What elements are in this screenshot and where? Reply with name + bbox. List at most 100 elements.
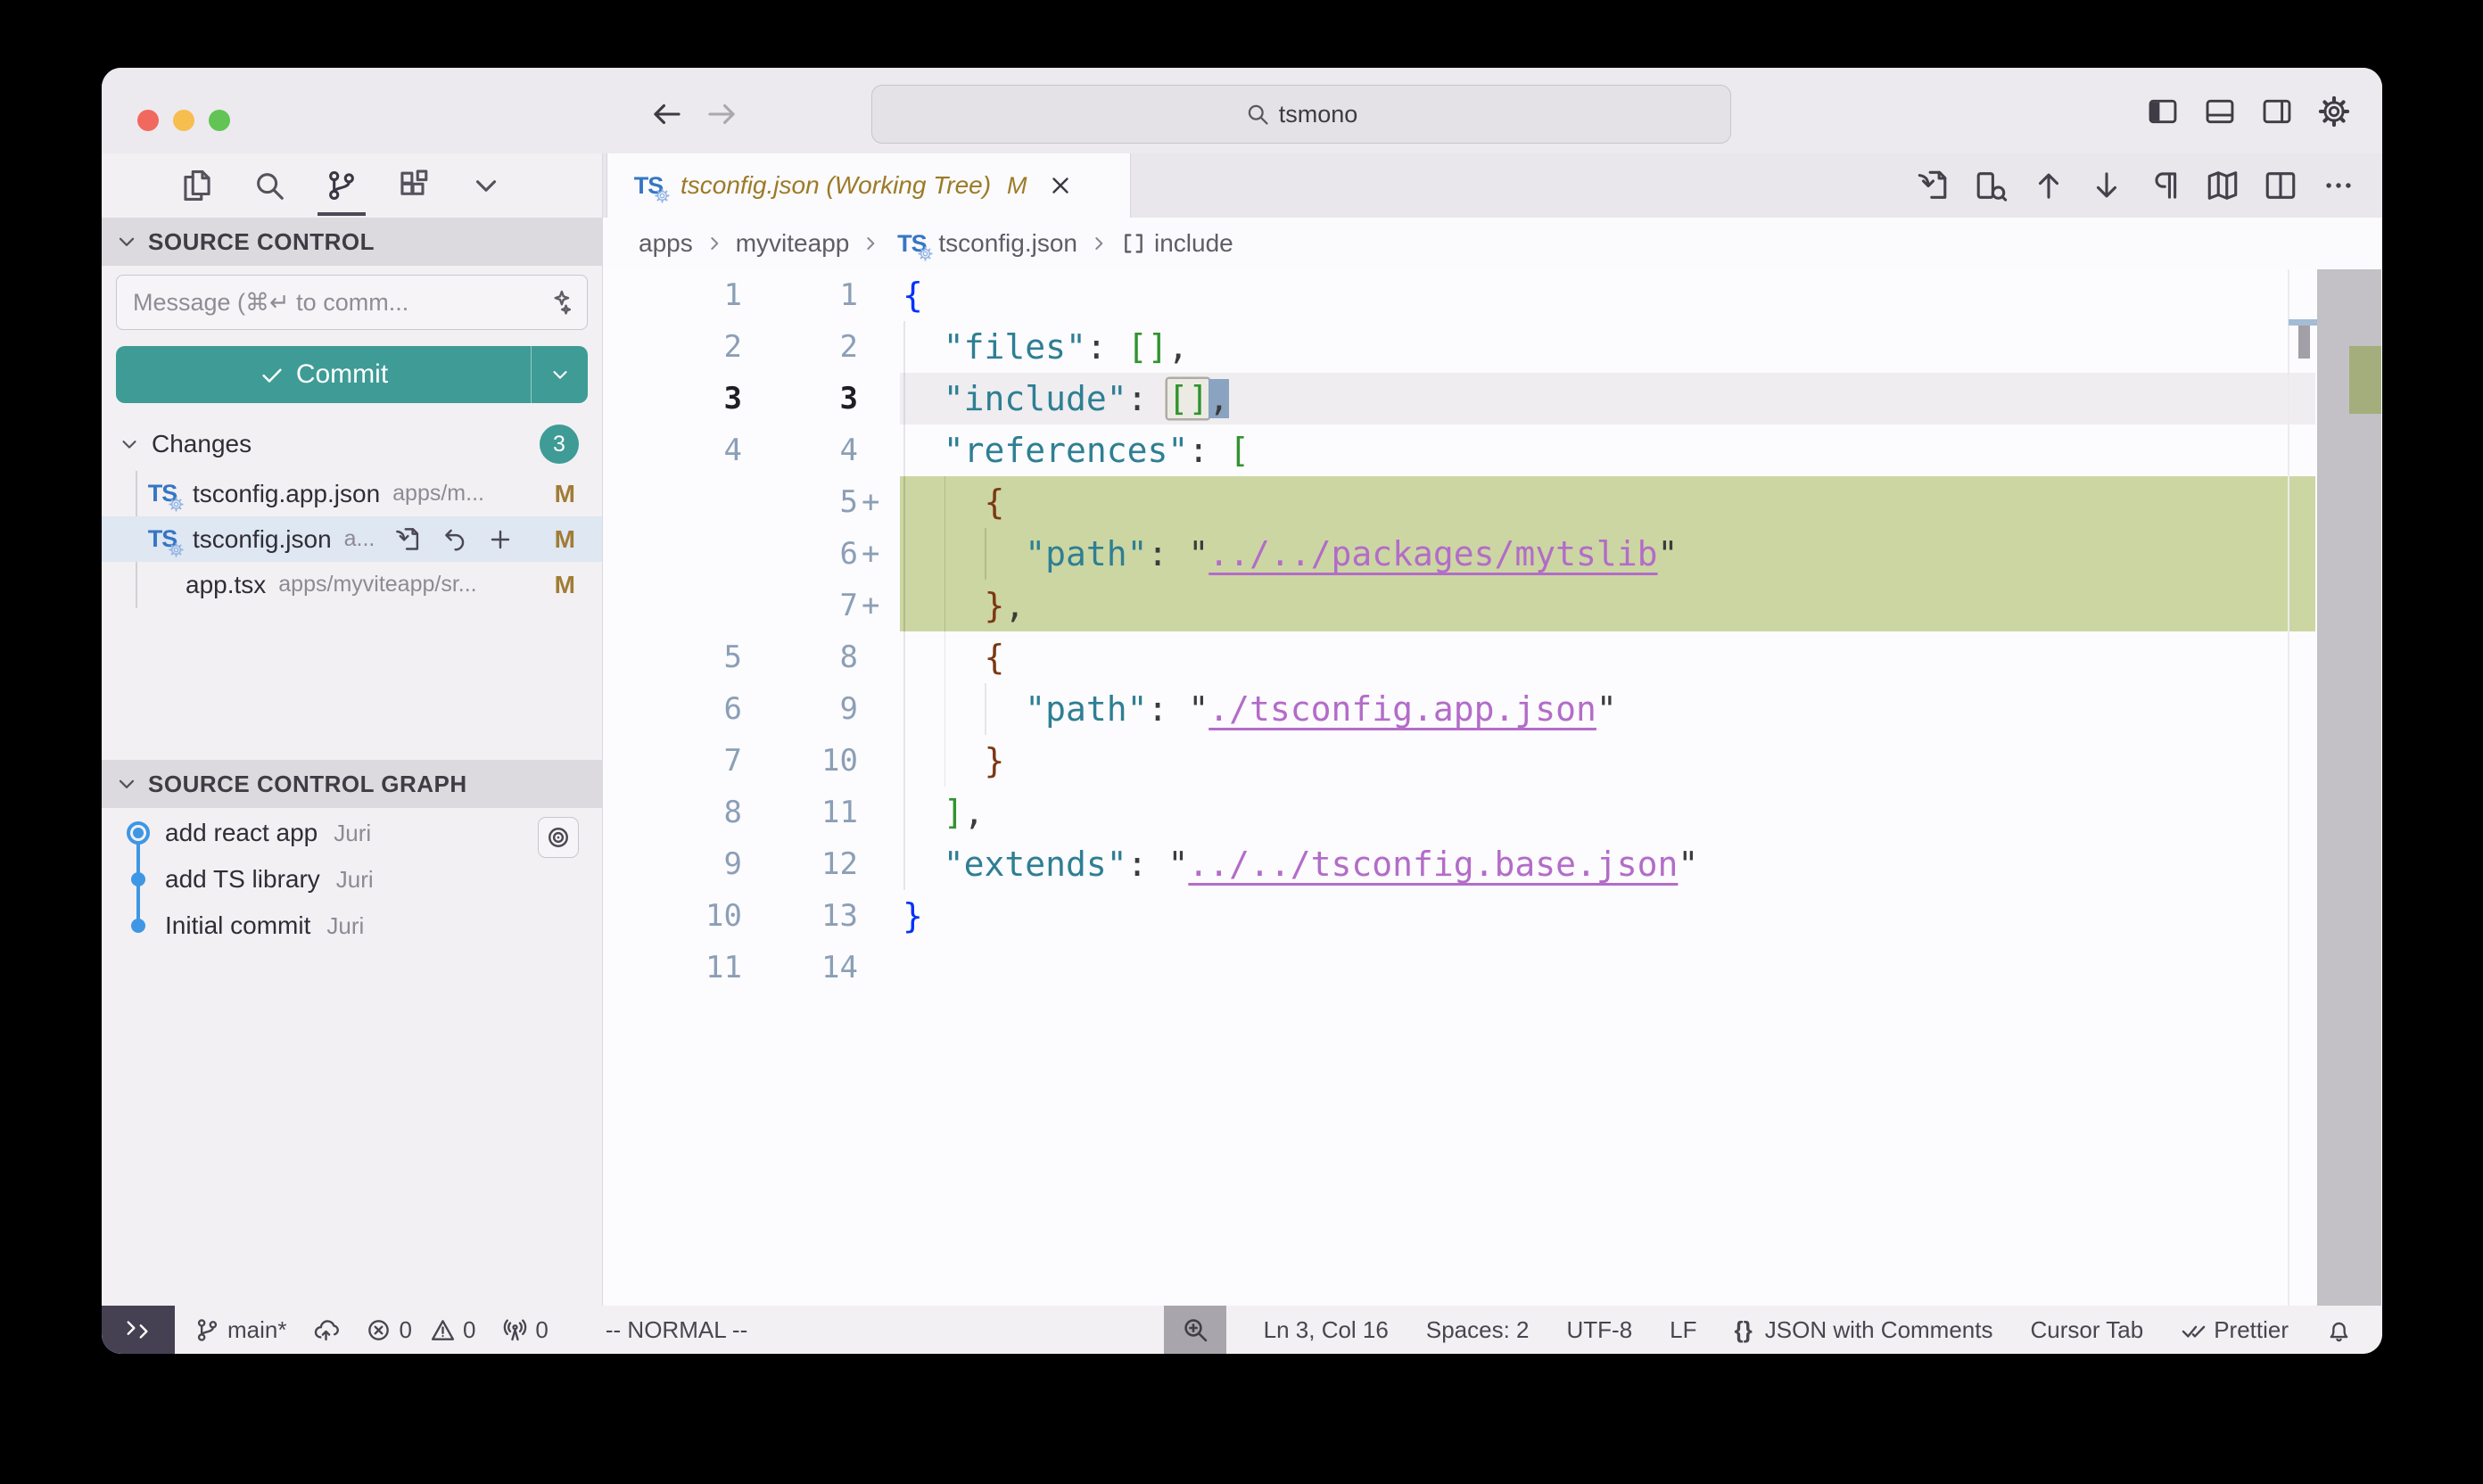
cursor-position-item[interactable]: Ln 3, Col 16 [1264, 1316, 1389, 1344]
code-line[interactable]: 811 ], [603, 787, 2382, 838]
minimap [2298, 326, 2310, 359]
diff-added-overview-marker [2349, 346, 2381, 414]
typescript-file-icon: TS [143, 524, 182, 555]
graph-commit-row[interactable]: add TS libraryJuri [102, 856, 602, 903]
code-token: } [985, 586, 1005, 625]
indent-guide [945, 580, 946, 631]
code-token: : [1188, 431, 1229, 470]
checkout-commit-button[interactable] [538, 817, 579, 858]
code-line[interactable]: 22 "files": [], [603, 321, 2382, 373]
go-to-file-button[interactable] [1916, 169, 1950, 202]
ellipsis-button[interactable] [2322, 169, 2355, 202]
vim-mode-text: -- NORMAL -- [606, 1316, 747, 1344]
code-line[interactable]: 5+ { [603, 476, 2382, 528]
branch-status-item[interactable]: main* [194, 1316, 286, 1344]
code-line[interactable]: 710 } [603, 735, 2382, 787]
scrollbar[interactable] [2317, 269, 2381, 1306]
code-line[interactable]: 69 "path": "./tsconfig.app.json" [603, 683, 2382, 735]
breadcrumb-item-include[interactable]: include [1120, 229, 1233, 258]
indent-guide [903, 683, 905, 735]
indent-guide [903, 580, 905, 631]
encoding-item[interactable]: UTF-8 [1567, 1316, 1633, 1344]
breadcrumb-item-apps[interactable]: apps [639, 229, 693, 258]
chevron-down-icon [114, 771, 139, 796]
indent-guide [945, 683, 946, 735]
toggle-panel-button[interactable] [2204, 95, 2236, 128]
more-views-chevron-icon[interactable] [469, 169, 503, 202]
pilcrow-button[interactable] [2148, 169, 2182, 202]
toggle-primary-sidebar-button[interactable] [2147, 95, 2179, 128]
code-token [903, 327, 944, 367]
commit-button[interactable]: Commit [116, 346, 588, 403]
code-token: : [1148, 689, 1189, 729]
code-token: { [985, 638, 1005, 677]
scm-file-row[interactable]: TStsconfig.jsona...M [102, 516, 602, 562]
toggle-secondary-sidebar-button[interactable] [2261, 95, 2293, 128]
notifications-item[interactable] [2326, 1317, 2352, 1343]
code-line[interactable]: 1114 [603, 942, 2382, 993]
breadcrumb-item-tsconfig.json[interactable]: TStsconfig.json [892, 228, 1077, 259]
generate-commit-message-icon[interactable] [544, 289, 571, 316]
scm-file-row[interactable]: app.tsxapps/myviteapp/sr...M [102, 562, 602, 607]
code-line[interactable]: 7+ }, [603, 580, 2382, 631]
source-control-section-header[interactable]: SOURCE CONTROL [102, 218, 602, 266]
code-line[interactable]: 6+ "path": "../../packages/mytslib" [603, 528, 2382, 580]
extensions-icon[interactable] [397, 169, 431, 202]
remote-indicator[interactable] [102, 1306, 175, 1354]
changes-section-header[interactable]: Changes 3 [102, 421, 602, 467]
close-tab-icon[interactable] [1047, 172, 1074, 199]
vim-mode-indicator[interactable]: -- NORMAL -- [606, 1316, 747, 1344]
chevron-right-icon [704, 233, 725, 254]
language-mode-item[interactable]: {} JSON with Comments [1735, 1316, 1993, 1344]
tab-tsconfig-json-working-tree[interactable]: TS tsconfig.json (Working Tree) M [606, 153, 1131, 218]
code-line-content: { [903, 476, 1004, 528]
diff-editor[interactable]: 11{22 "files": [],33 "include": [],44 "r… [603, 269, 2382, 1306]
graph-commit-row[interactable]: Initial commitJuri [102, 903, 602, 949]
zoom-status-item[interactable] [1164, 1306, 1226, 1354]
cursor-tab-item[interactable]: Cursor Tab [2031, 1316, 2144, 1344]
minimize-window-button[interactable] [173, 110, 194, 131]
ports-status-item[interactable]: 0 [502, 1316, 548, 1344]
map-button[interactable] [2206, 169, 2240, 202]
original-line-number: 11 [603, 942, 742, 993]
scm-file-row[interactable]: TStsconfig.app.jsonapps/m...M [102, 471, 602, 516]
code-line[interactable]: 33 "include": [], [603, 373, 2382, 425]
arrow-down-button[interactable] [2090, 169, 2124, 202]
sync-changes-button[interactable] [313, 1317, 339, 1343]
indentation-text: Spaces: 2 [1426, 1316, 1530, 1344]
navigate-back-button[interactable] [650, 97, 684, 131]
close-window-button[interactable] [137, 110, 159, 131]
source-control-icon[interactable] [325, 169, 359, 202]
formatter-item[interactable]: Prettier [2181, 1316, 2289, 1344]
split-button[interactable] [2264, 169, 2297, 202]
search-value: tsmono [1279, 101, 1358, 128]
navigate-forward-button[interactable] [705, 97, 738, 131]
code-line[interactable]: 58 { [603, 631, 2382, 683]
commit-message-input[interactable] [133, 289, 544, 317]
zoom-window-button[interactable] [209, 110, 230, 131]
code-line[interactable]: 44 "references": [ [603, 425, 2382, 476]
breadcrumb-item-myviteapp[interactable]: myviteapp [736, 229, 850, 258]
explorer-icon[interactable] [180, 169, 214, 202]
graph-commit-row[interactable]: add react appJuri [102, 810, 602, 856]
search-view-icon[interactable] [252, 169, 286, 202]
settings-gear-icon[interactable] [2318, 95, 2350, 128]
file-name: tsconfig.app.json [193, 480, 380, 508]
discard-icon[interactable] [441, 526, 467, 553]
problems-status-item[interactable]: 0 0 [366, 1316, 475, 1344]
document-link: ../../tsconfig.base.json [1188, 845, 1678, 884]
source-control-graph-header[interactable]: SOURCE CONTROL GRAPH [102, 760, 602, 808]
eol-item[interactable]: LF [1670, 1316, 1696, 1344]
breadcrumb-label: tsconfig.json [938, 229, 1077, 258]
command-center-search[interactable]: tsmono [871, 85, 1731, 144]
plus-icon[interactable] [487, 526, 514, 553]
braces-icon: {} [1735, 1316, 1753, 1344]
code-line[interactable]: 912 "extends": "../../tsconfig.base.json… [603, 838, 2382, 890]
code-line[interactable]: 1013} [603, 890, 2382, 942]
code-line[interactable]: 11{ [603, 269, 2382, 321]
go-to-file-icon[interactable] [394, 526, 421, 553]
commit-dropdown-button[interactable] [531, 346, 588, 403]
compare-button[interactable] [1974, 169, 2008, 202]
indentation-item[interactable]: Spaces: 2 [1426, 1316, 1530, 1344]
arrow-up-button[interactable] [2032, 169, 2066, 202]
